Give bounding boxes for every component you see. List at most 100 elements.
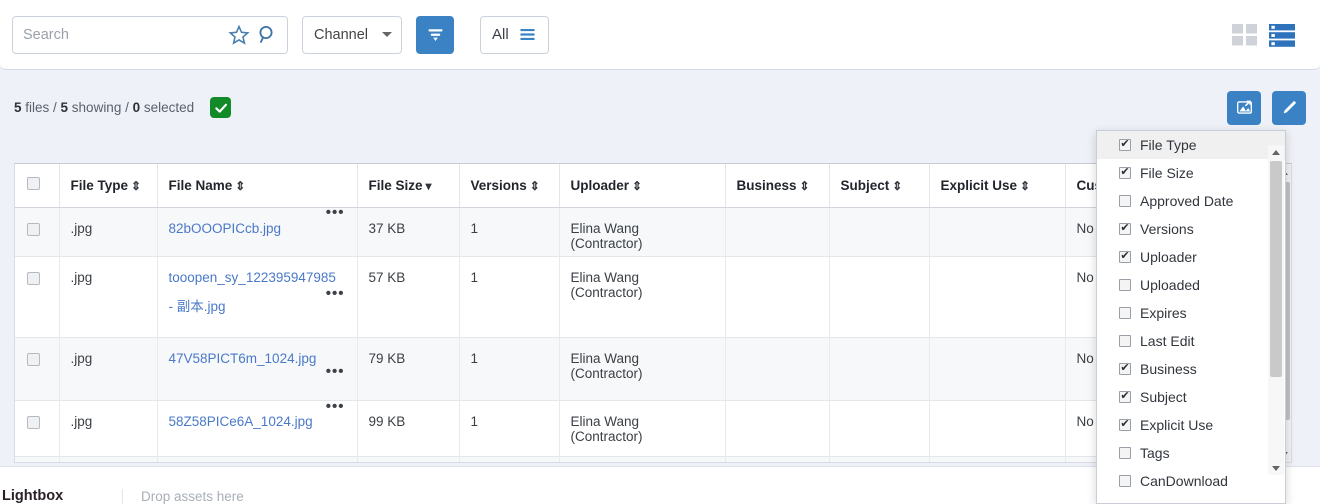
cell-explicit-use xyxy=(929,337,1066,401)
showing-word: showing / xyxy=(68,100,133,115)
cell-versions xyxy=(459,456,560,462)
check-icon: ✔ xyxy=(1120,418,1130,430)
column-toggle-uploaded[interactable]: Uploaded xyxy=(1097,271,1285,299)
row-actions-menu-icon[interactable]: ••• xyxy=(326,364,345,379)
column-toggle-versions[interactable]: ✔ Versions xyxy=(1097,215,1285,243)
checkbox-checked[interactable]: ✔ xyxy=(1119,363,1131,375)
file-name-link[interactable]: 47V58PICT6m_1024.jpg xyxy=(169,351,317,366)
search-box[interactable] xyxy=(12,15,288,54)
column-toggle-file-type[interactable]: ✔ File Type xyxy=(1097,131,1285,159)
search-input[interactable] xyxy=(23,17,227,52)
cell-uploader: Elina Wang (Contractor) xyxy=(559,400,726,457)
checkbox-unchecked[interactable] xyxy=(1119,447,1131,459)
search-icon[interactable] xyxy=(255,23,279,47)
row-select-cell xyxy=(15,207,60,257)
column-toggle-candownload[interactable]: CanDownload xyxy=(1097,467,1285,495)
col-label-explicit-use: Explicit Use xyxy=(940,177,1018,193)
select-all-checkbox[interactable] xyxy=(27,177,40,191)
column-toggle-explicit-use[interactable]: ✔ Explicit Use xyxy=(1097,411,1285,439)
lightbox-label: Lightbox xyxy=(2,488,64,504)
row-checkbox[interactable] xyxy=(27,352,40,366)
row-checkbox[interactable] xyxy=(27,415,40,429)
file-name-link[interactable]: tooopen_sy_122395947985 xyxy=(169,270,336,285)
column-toggle-uploader[interactable]: ✔ Uploader xyxy=(1097,243,1285,271)
checkbox-checked[interactable]: ✔ xyxy=(1119,391,1131,403)
row-select-cell xyxy=(15,400,60,457)
checkbox-checked[interactable]: ✔ xyxy=(1119,223,1131,235)
column-toggle-file-size[interactable]: ✔ File Size xyxy=(1097,159,1285,187)
filter-button[interactable] xyxy=(416,15,454,54)
column-header-file-name[interactable]: File Name ⇕ xyxy=(157,164,358,208)
column-header-business[interactable]: Business ⇕ xyxy=(725,164,830,208)
cell-business xyxy=(725,400,830,457)
checkbox-unchecked[interactable] xyxy=(1119,279,1131,291)
column-toggle-label: Approved Date xyxy=(1140,193,1234,209)
column-header-subject[interactable]: Subject ⇕ xyxy=(829,164,930,208)
row-actions-menu-icon[interactable]: ••• xyxy=(326,399,345,414)
select-all-header xyxy=(15,164,60,208)
checkbox-unchecked[interactable] xyxy=(1119,335,1131,347)
channel-dropdown[interactable]: Channel xyxy=(302,15,402,54)
sort-both-icon: ⇕ xyxy=(892,178,903,193)
menu-vertical-scrollbar[interactable] xyxy=(1268,145,1284,475)
checkbox-checked[interactable]: ✔ xyxy=(1119,139,1131,151)
column-toggle-last-edit[interactable]: Last Edit xyxy=(1097,327,1285,355)
upload-button[interactable] xyxy=(1227,90,1261,125)
menu-scrollbar-thumb[interactable] xyxy=(1270,161,1282,377)
column-toggle-expires[interactable]: Expires xyxy=(1097,299,1285,327)
list-lines-icon xyxy=(520,28,535,41)
check-icon: ✔ xyxy=(1120,362,1130,374)
list-view-icon[interactable] xyxy=(1268,22,1296,48)
column-toggle-label: File Type xyxy=(1140,137,1197,153)
row-actions-menu-icon[interactable]: ••• xyxy=(326,286,345,301)
cell-subject xyxy=(829,207,930,257)
cell-subject xyxy=(829,456,930,462)
column-toggle-label: Uploader xyxy=(1140,249,1197,265)
column-chooser-list: ✔ File Type ✔ File Size Approved Date ✔ Versio… xyxy=(1097,131,1285,495)
file-name-link[interactable]: 82bOOOPICcb.jpg xyxy=(169,221,282,236)
col-label-versions: Versions xyxy=(470,177,527,193)
checkbox-unchecked[interactable] xyxy=(1119,195,1131,207)
checkbox-unchecked[interactable] xyxy=(1119,475,1131,487)
col-label-file-name: File Name xyxy=(168,177,233,193)
column-toggle-tags[interactable]: Tags xyxy=(1097,439,1285,467)
column-header-versions[interactable]: Versions ⇕ xyxy=(459,164,560,208)
checkbox-unchecked[interactable] xyxy=(1119,307,1131,319)
filter-funnel-icon xyxy=(428,29,442,41)
column-toggle-label: CanDownload xyxy=(1140,473,1228,489)
column-header-explicit-use[interactable]: Explicit Use ⇕ xyxy=(929,164,1066,208)
checkbox-checked[interactable]: ✔ xyxy=(1119,167,1131,179)
sort-both-icon: ⇕ xyxy=(799,178,810,193)
column-toggle-label: Versions xyxy=(1140,221,1194,237)
row-checkbox[interactable] xyxy=(27,271,40,285)
all-filter-button[interactable]: All xyxy=(480,15,549,54)
grid-view-icon[interactable] xyxy=(1231,22,1259,48)
checkbox-checked[interactable]: ✔ xyxy=(1119,419,1131,431)
star-icon[interactable] xyxy=(227,23,251,47)
menu-scroll-down-button[interactable] xyxy=(1268,461,1284,475)
column-header-file-size[interactable]: File Size ▾ xyxy=(357,164,460,208)
column-toggle-approved-date[interactable]: Approved Date xyxy=(1097,187,1285,215)
cell-business xyxy=(725,256,830,338)
row-actions-menu-icon[interactable]: ••• xyxy=(326,205,345,220)
cell-business xyxy=(725,456,830,462)
menu-scroll-up-button[interactable] xyxy=(1268,145,1284,159)
selected-word: selected xyxy=(140,100,195,115)
column-toggle-label: Explicit Use xyxy=(1140,417,1214,433)
check-icon: ✔ xyxy=(1120,166,1130,178)
file-name-link[interactable]: 58Z58PICe6A_1024.jpg xyxy=(169,414,313,429)
green-check-badge[interactable] xyxy=(210,97,232,118)
column-toggle-label: Uploaded xyxy=(1140,277,1200,293)
cell-file-type xyxy=(59,456,158,462)
column-toggle-business[interactable]: ✔ Business xyxy=(1097,355,1285,383)
row-checkbox[interactable] xyxy=(27,222,40,236)
file-name-link-line2[interactable]: - 副本.jpg xyxy=(169,295,226,315)
checkbox-checked[interactable]: ✔ xyxy=(1119,251,1131,263)
column-toggle-subject[interactable]: ✔ Subject xyxy=(1097,383,1285,411)
cell-file-type: .jpg xyxy=(59,337,158,401)
column-header-file-type[interactable]: File Type ⇕ xyxy=(59,164,158,208)
edit-button[interactable] xyxy=(1272,90,1306,125)
column-chooser-menu: ✔ File Type ✔ File Size Approved Date ✔ Versio… xyxy=(1096,130,1286,504)
asset-manager-page: Channel All xyxy=(0,0,1320,504)
column-header-uploader[interactable]: Uploader ⇕ xyxy=(559,164,726,208)
